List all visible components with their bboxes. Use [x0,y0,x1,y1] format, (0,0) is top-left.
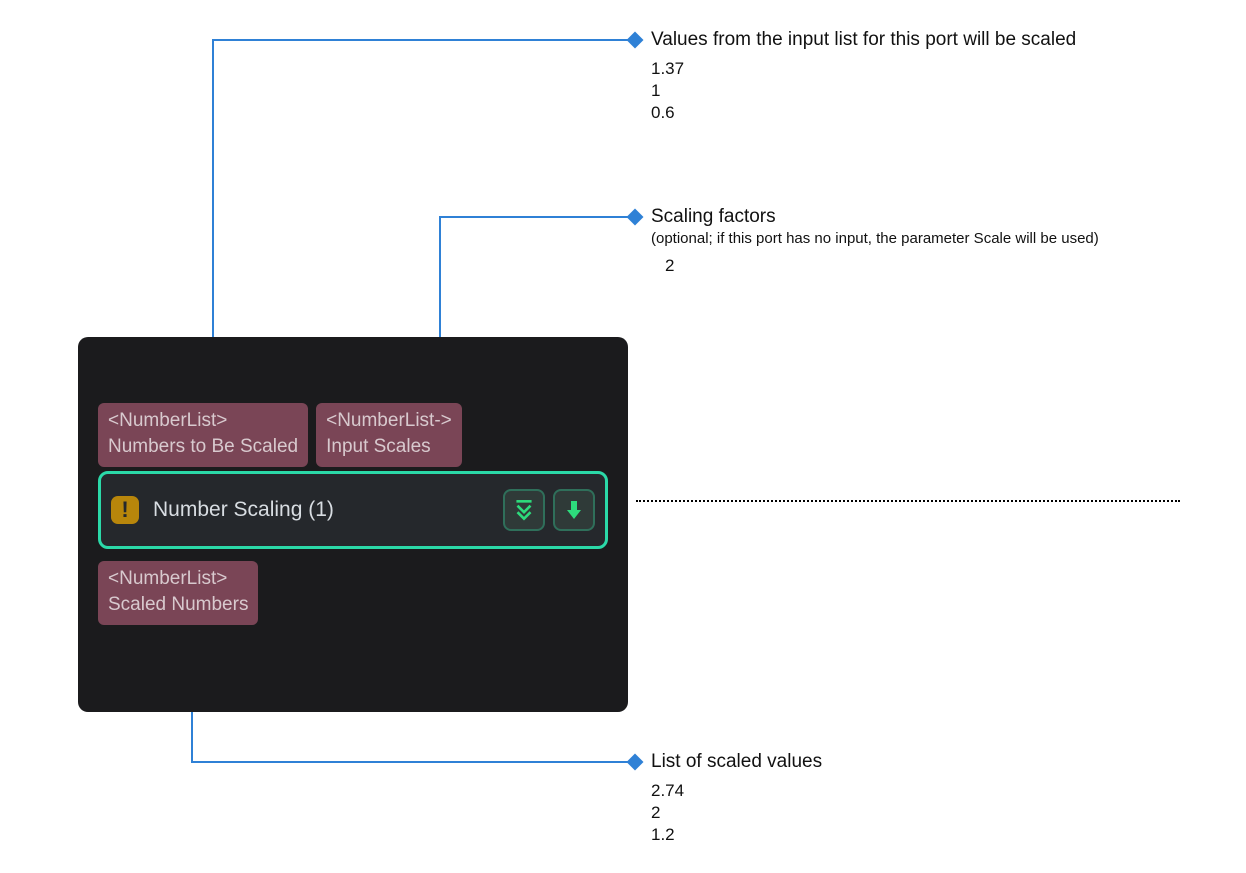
output-ports-row: <NumberList> Scaled Numbers [98,561,258,625]
port-type-label: <NumberList> [108,408,298,434]
value-item: 1.2 [651,824,822,846]
node-body[interactable]: ! Number Scaling (1) [98,471,608,549]
port-name-label: Input Scales [326,434,452,460]
port-name-label: Scaled Numbers [108,592,248,618]
queue-execute-button[interactable] [503,489,545,531]
warning-icon: ! [111,496,139,524]
annotation-values: 1.37 1 0.6 [651,58,1076,124]
value-item: 2.74 [651,780,822,802]
connector-diamond [627,32,644,49]
value-item: 2 [651,802,822,824]
annotation-input-values: Values from the input list for this port… [651,28,1076,124]
input-port-input-scales[interactable]: <NumberList-> Input Scales [316,403,462,467]
port-type-label: <NumberList-> [326,408,452,434]
annotation-subtitle: (optional; if this port has no input, th… [651,229,1099,249]
port-type-label: <NumberList> [108,566,248,592]
connector-diamond [627,754,644,771]
annotation-values: 2.74 2 1.2 [651,780,822,846]
input-ports-row: <NumberList> Numbers to Be Scaled <Numbe… [98,403,462,467]
value-item: 2 [665,255,1099,277]
execute-button[interactable] [553,489,595,531]
annotation-output-values: List of scaled values 2.74 2 1.2 [651,750,822,846]
annotation-scaling-factors: Scaling factors (optional; if this port … [651,205,1099,277]
annotation-title: Scaling factors [651,205,1099,229]
value-item: 1 [651,80,1076,102]
node-title: Number Scaling (1) [153,498,495,522]
output-port-scaled-numbers[interactable]: <NumberList> Scaled Numbers [98,561,258,625]
annotation-title: List of scaled values [651,750,822,774]
number-scaling-node[interactable]: <NumberList> Numbers to Be Scaled <Numbe… [78,337,628,712]
annotation-title: Values from the input list for this port… [651,28,1076,52]
annotation-values: 2 [651,255,1099,277]
divider-dotted [636,500,1180,502]
value-item: 1.37 [651,58,1076,80]
port-name-label: Numbers to Be Scaled [108,434,298,460]
connector-diamond [627,209,644,226]
diagram-canvas: <NumberList> Numbers to Be Scaled <Numbe… [0,0,1246,873]
value-item: 0.6 [651,102,1076,124]
input-port-numbers-to-be-scaled[interactable]: <NumberList> Numbers to Be Scaled [98,403,308,467]
